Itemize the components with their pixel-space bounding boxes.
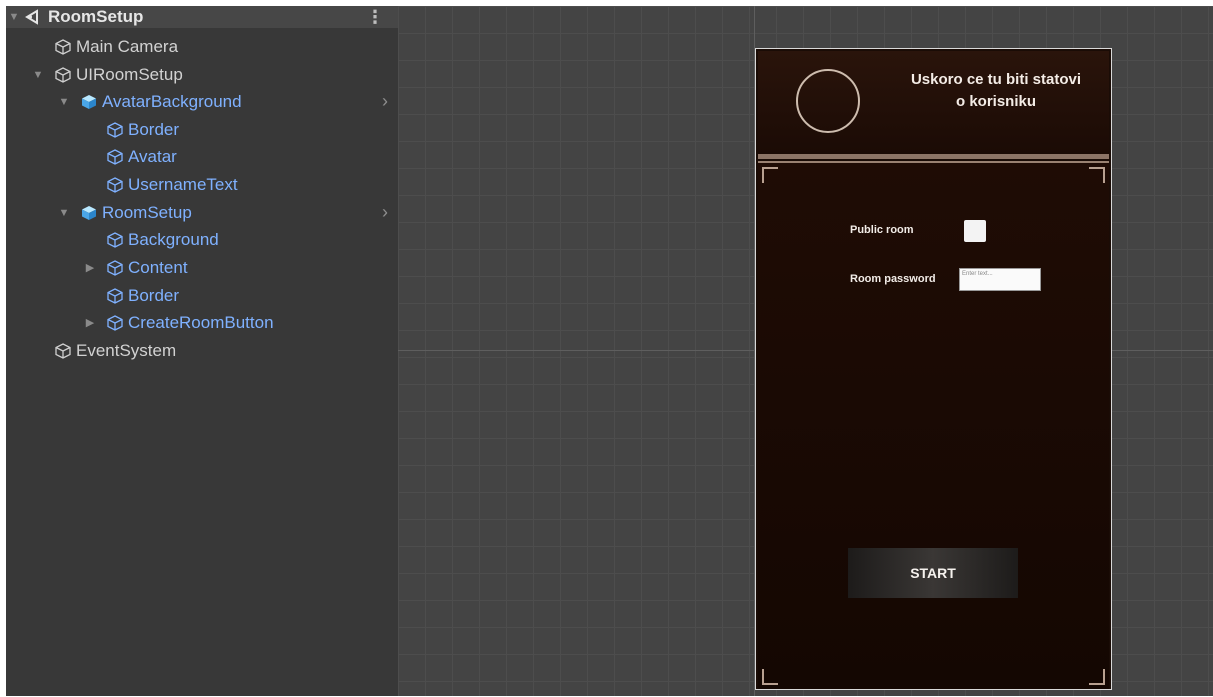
gameobject-icon	[106, 314, 124, 332]
hierarchy-item-label: UsernameText	[128, 174, 238, 194]
hierarchy-item-label: CreateRoomButton	[128, 312, 274, 332]
expand-arrow-icon[interactable]: ▼	[58, 207, 70, 219]
username-text: Uskoro ce tu biti statovi o korisniku	[910, 71, 1082, 110]
corner-ornament	[762, 167, 778, 183]
collapse-arrow-icon[interactable]: ▶	[84, 261, 96, 274]
unity-scene-icon	[24, 8, 42, 26]
scene-view[interactable]: Uskoro ce tu biti statovi o korisniku Pu…	[398, 6, 1213, 696]
gameobject-icon	[106, 231, 124, 249]
hierarchy-item-label: AvatarBackground	[102, 91, 242, 111]
scene-name: RoomSetup	[48, 7, 144, 26]
hierarchy-item-label: EventSystem	[76, 340, 177, 360]
public-room-label: Public room	[850, 224, 914, 236]
hierarchy-item-main-camera[interactable]: Main Camera	[6, 33, 398, 60]
chevron-right-icon[interactable]: ›	[382, 91, 388, 112]
hierarchy-item-avatarbackground[interactable]: ▼ AvatarBackground ›	[6, 88, 398, 115]
hierarchy-item-border[interactable]: Border	[6, 116, 398, 143]
corner-ornament	[1089, 669, 1105, 685]
collapse-arrow-icon[interactable]: ▶	[84, 316, 96, 329]
gameobject-icon	[54, 66, 72, 84]
hierarchy-item-createroombutton[interactable]: ▶ CreateRoomButton	[6, 309, 398, 336]
start-button[interactable]: START	[848, 548, 1018, 598]
hierarchy-item-background[interactable]: Background	[6, 226, 398, 253]
gameobject-icon	[106, 148, 124, 166]
room-password-input[interactable]: Enter text...	[959, 268, 1041, 291]
hierarchy-item-label: Border	[128, 285, 180, 305]
room-setup-panel[interactable]: Public room Room password Enter text... …	[758, 161, 1109, 689]
gameobject-icon	[106, 121, 124, 139]
hierarchy-item-label: RoomSetup	[102, 202, 192, 222]
hierarchy-item-usernametext[interactable]: UsernameText	[6, 171, 398, 198]
corner-ornament	[1089, 167, 1105, 183]
hierarchy-item-label: Border	[128, 119, 180, 139]
hierarchy-item-uiroomsetup[interactable]: ▼ UIRoomSetup	[6, 61, 398, 88]
hierarchy-item-label: Background	[128, 229, 219, 249]
corner-ornament	[762, 669, 778, 685]
hierarchy-item-label: UIRoomSetup	[76, 64, 183, 84]
scene-header[interactable]: ▼ RoomSetup ⋮	[6, 6, 398, 28]
hierarchy-item-border-2[interactable]: Border	[6, 282, 398, 309]
hierarchy-panel: ▼ RoomSetup ⋮ Main Camera ▼ UIRoomSetup …	[6, 6, 398, 696]
avatar-circle	[796, 69, 860, 133]
game-canvas[interactable]: Uskoro ce tu biti statovi o korisniku Pu…	[755, 48, 1112, 690]
hierarchy-item-label: Avatar	[128, 146, 177, 166]
avatar-background-panel[interactable]: Uskoro ce tu biti statovi o korisniku	[758, 51, 1109, 159]
hierarchy-item-eventsystem[interactable]: EventSystem	[6, 337, 398, 364]
hierarchy-item-avatar[interactable]: Avatar	[6, 143, 398, 170]
expand-arrow-icon[interactable]: ▼	[32, 69, 44, 81]
gameobject-icon	[54, 342, 72, 360]
room-password-label: Room password	[850, 273, 936, 285]
gameobject-icon	[106, 287, 124, 305]
hierarchy-item-label: Main Camera	[76, 36, 179, 56]
gameobject-icon	[106, 176, 124, 194]
hierarchy-item-content[interactable]: ▶ Content	[6, 254, 398, 281]
prefab-cube-icon	[80, 204, 98, 222]
gameobject-icon	[54, 38, 72, 56]
hierarchy-item-label: Content	[128, 257, 188, 277]
chevron-right-icon[interactable]: ›	[382, 202, 388, 223]
gameobject-icon	[106, 259, 124, 277]
prefab-cube-icon	[80, 93, 98, 111]
public-room-toggle[interactable]	[964, 220, 986, 242]
hierarchy-item-roomsetup[interactable]: ▼ RoomSetup ›	[6, 199, 398, 226]
expand-arrow-icon[interactable]: ▼	[8, 11, 20, 23]
expand-arrow-icon[interactable]: ▼	[58, 96, 70, 108]
kebab-menu-icon[interactable]: ⋮	[366, 7, 384, 28]
